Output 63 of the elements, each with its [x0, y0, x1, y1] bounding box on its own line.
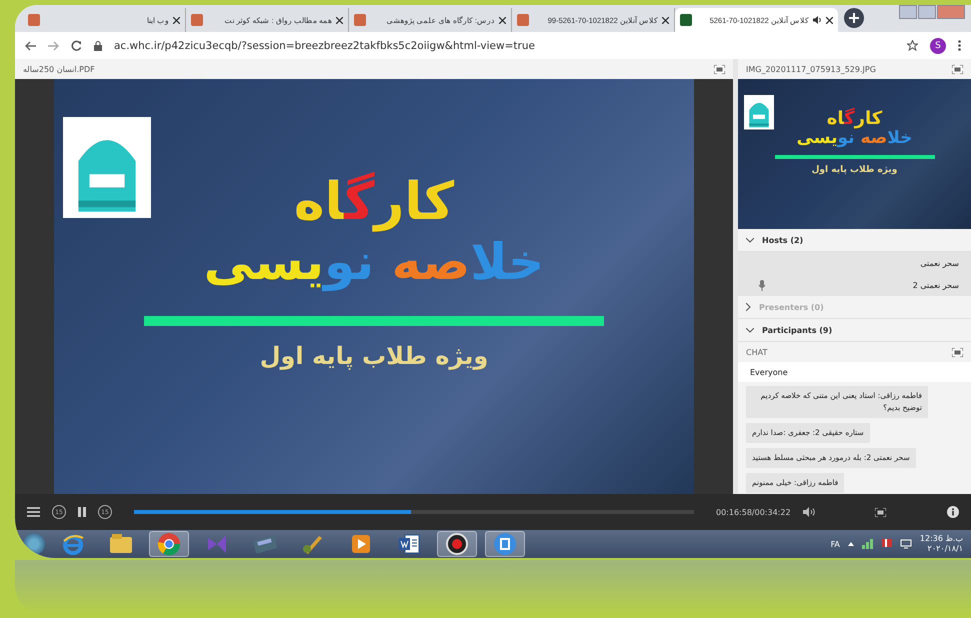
folder-icon[interactable]: [109, 533, 133, 555]
favicon-icon: [517, 14, 529, 26]
clock-date[interactable]: ۲۰۲۰/۱۸/۱: [928, 544, 963, 554]
fullscreen-icon[interactable]: [875, 508, 886, 516]
play-icon[interactable]: [350, 533, 372, 555]
logo-drawing: [744, 95, 774, 130]
star-icon[interactable]: [907, 40, 918, 51]
favicon-icon: [354, 14, 366, 26]
e-logo-icon[interactable]: [61, 532, 85, 556]
slide-subtitle: خلاصه نویسی: [204, 235, 544, 290]
attendee-section[interactable]: Participants (9): [738, 319, 971, 342]
audience-tab[interactable]: Everyone: [738, 362, 971, 382]
favicon-icon: [191, 14, 203, 26]
menu-icon[interactable]: [27, 507, 40, 517]
slide-subtitle: خلاصه نویسی: [796, 128, 912, 148]
network-icon[interactable]: [862, 539, 874, 549]
slide-title: کارگاه: [826, 109, 882, 129]
document-icon[interactable]: [397, 533, 421, 555]
plus-icon: [849, 12, 859, 22]
lock-icon: [94, 40, 102, 50]
chevron-down-icon[interactable]: [746, 238, 754, 242]
menu-icon[interactable]: [958, 40, 961, 51]
chat-title: CHAT: [746, 348, 768, 356]
back-icon[interactable]: [25, 40, 36, 50]
fullscreen-icon[interactable]: [714, 64, 725, 74]
record-icon[interactable]: [445, 532, 469, 556]
close-icon[interactable]: [336, 16, 343, 24]
start-button[interactable]: [23, 533, 45, 555]
film-icon[interactable]: [493, 532, 517, 556]
close-icon[interactable]: [826, 16, 833, 24]
fullscreen-icon[interactable]: [952, 348, 963, 356]
microphone-icon[interactable]: [758, 280, 767, 290]
pause-icon[interactable]: [78, 507, 86, 517]
scanner-icon[interactable]: [252, 533, 278, 555]
pod-title: انسان 250ساله.PDF: [23, 64, 95, 74]
fullscreen-icon[interactable]: [952, 64, 963, 74]
clock-time[interactable]: 12:36 ب.ظ: [920, 534, 963, 544]
new-tab-button[interactable]: [844, 8, 864, 28]
close-icon[interactable]: [499, 16, 506, 24]
flag-icon[interactable]: [882, 539, 892, 549]
close-icon[interactable]: [662, 16, 669, 24]
info-icon[interactable]: [947, 506, 959, 518]
reload-icon[interactable]: [71, 40, 82, 51]
close-icon[interactable]: [173, 16, 180, 24]
address-field[interactable]: ac.whc.ir/p42zicu3ecqb/?session=breezbreez2takfbks5c2oiigw&html-view=true: [114, 40, 895, 52]
tray-arrow-icon[interactable]: [848, 542, 854, 546]
playback-time: 00:16:58/00:34:22: [716, 508, 791, 516]
volume-icon[interactable]: [802, 507, 815, 517]
speaker-icon[interactable]: [813, 16, 822, 24]
chevron-down-icon[interactable]: [746, 328, 754, 332]
attendee-row[interactable]: سحر نعمتی 2: [738, 274, 971, 296]
monitor-icon[interactable]: [900, 539, 912, 549]
attendee-row[interactable]: سحر نعمتی: [738, 252, 971, 274]
favicon-icon: [28, 14, 40, 26]
pod-title: IMG_20201117_075913_529.JPG: [746, 64, 876, 74]
language-indicator[interactable]: FA: [830, 540, 840, 548]
chrome-icon[interactable]: [157, 532, 181, 556]
favicon-icon: [680, 14, 692, 26]
slide-title: کارگاه: [294, 174, 454, 232]
profile-avatar[interactable]: S: [930, 38, 946, 54]
slide-caption: ویژه طلاب پایه اول: [260, 342, 488, 370]
slide-caption: ویژه طلاب پایه اول: [812, 165, 898, 176]
progress-track[interactable]: [134, 510, 694, 514]
